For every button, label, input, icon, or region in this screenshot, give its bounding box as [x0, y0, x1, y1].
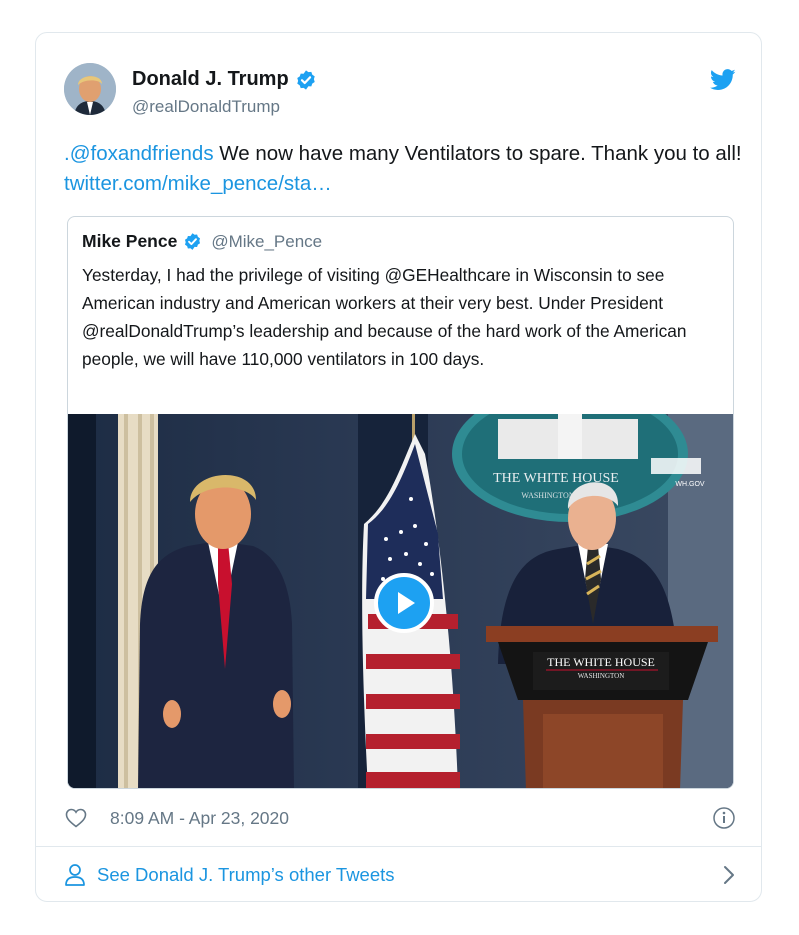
- avatar[interactable]: [64, 63, 116, 115]
- author-row: Donald J. Trump: [132, 68, 317, 91]
- mention-link[interactable]: .@foxandfriends: [64, 142, 214, 165]
- quoted-tweet[interactable]: Mike Pence @Mike_Pence Yesterday, I had …: [67, 216, 734, 789]
- verified-icon: [296, 69, 315, 90]
- author-handle[interactable]: @realDonaldTrump: [132, 97, 280, 117]
- tweet-body: We now have many Ventilators to spare. T…: [213, 142, 742, 165]
- divider: [36, 846, 761, 847]
- podium-text: THE WHITE HOUSE: [547, 655, 655, 669]
- tweet-text: .@foxandfriends We now have many Ventila…: [64, 139, 744, 199]
- podium-sub-text: WASHINGTON: [578, 672, 625, 680]
- play-button[interactable]: [374, 573, 434, 633]
- see-other-tweets-link[interactable]: See Donald J. Trump’s other Tweets: [64, 858, 736, 892]
- tweet-timestamp[interactable]: 8:09 AM - Apr 23, 2020: [110, 808, 289, 829]
- author-name[interactable]: Donald J. Trump: [132, 68, 289, 91]
- info-icon[interactable]: [712, 806, 736, 830]
- play-icon: [398, 592, 415, 614]
- video-media[interactable]: THE WHITE HOUSE WASHINGTON WH.GOV THE WH…: [68, 414, 733, 788]
- tweet-url-link[interactable]: twitter.com/mike_pence/sta…: [64, 172, 332, 195]
- seal-sub-text: WASHINGTON: [521, 491, 574, 500]
- quoted-author-name: Mike Pence: [82, 231, 178, 251]
- heart-icon[interactable]: [64, 806, 88, 830]
- twitter-bird-icon[interactable]: [710, 69, 736, 91]
- tweet-meta: 8:09 AM - Apr 23, 2020: [64, 803, 736, 833]
- seal-url-text: WH.GOV: [675, 481, 704, 488]
- verified-icon: [185, 233, 201, 250]
- person-icon: [65, 864, 85, 886]
- chevron-right-icon[interactable]: [722, 865, 736, 885]
- quoted-author-handle: @Mike_Pence: [211, 231, 323, 251]
- quoted-tweet-text: Yesterday, I had the privilege of visiti…: [82, 265, 687, 369]
- tweet-header: Donald J. Trump @realDonaldTrump: [64, 63, 736, 121]
- embedded-tweet-card: Donald J. Trump @realDonaldTrump .@foxan…: [35, 32, 762, 902]
- see-other-tweets-label[interactable]: See Donald J. Trump’s other Tweets: [97, 864, 395, 886]
- quoted-tweet-header: Mike Pence @Mike_Pence: [82, 231, 322, 252]
